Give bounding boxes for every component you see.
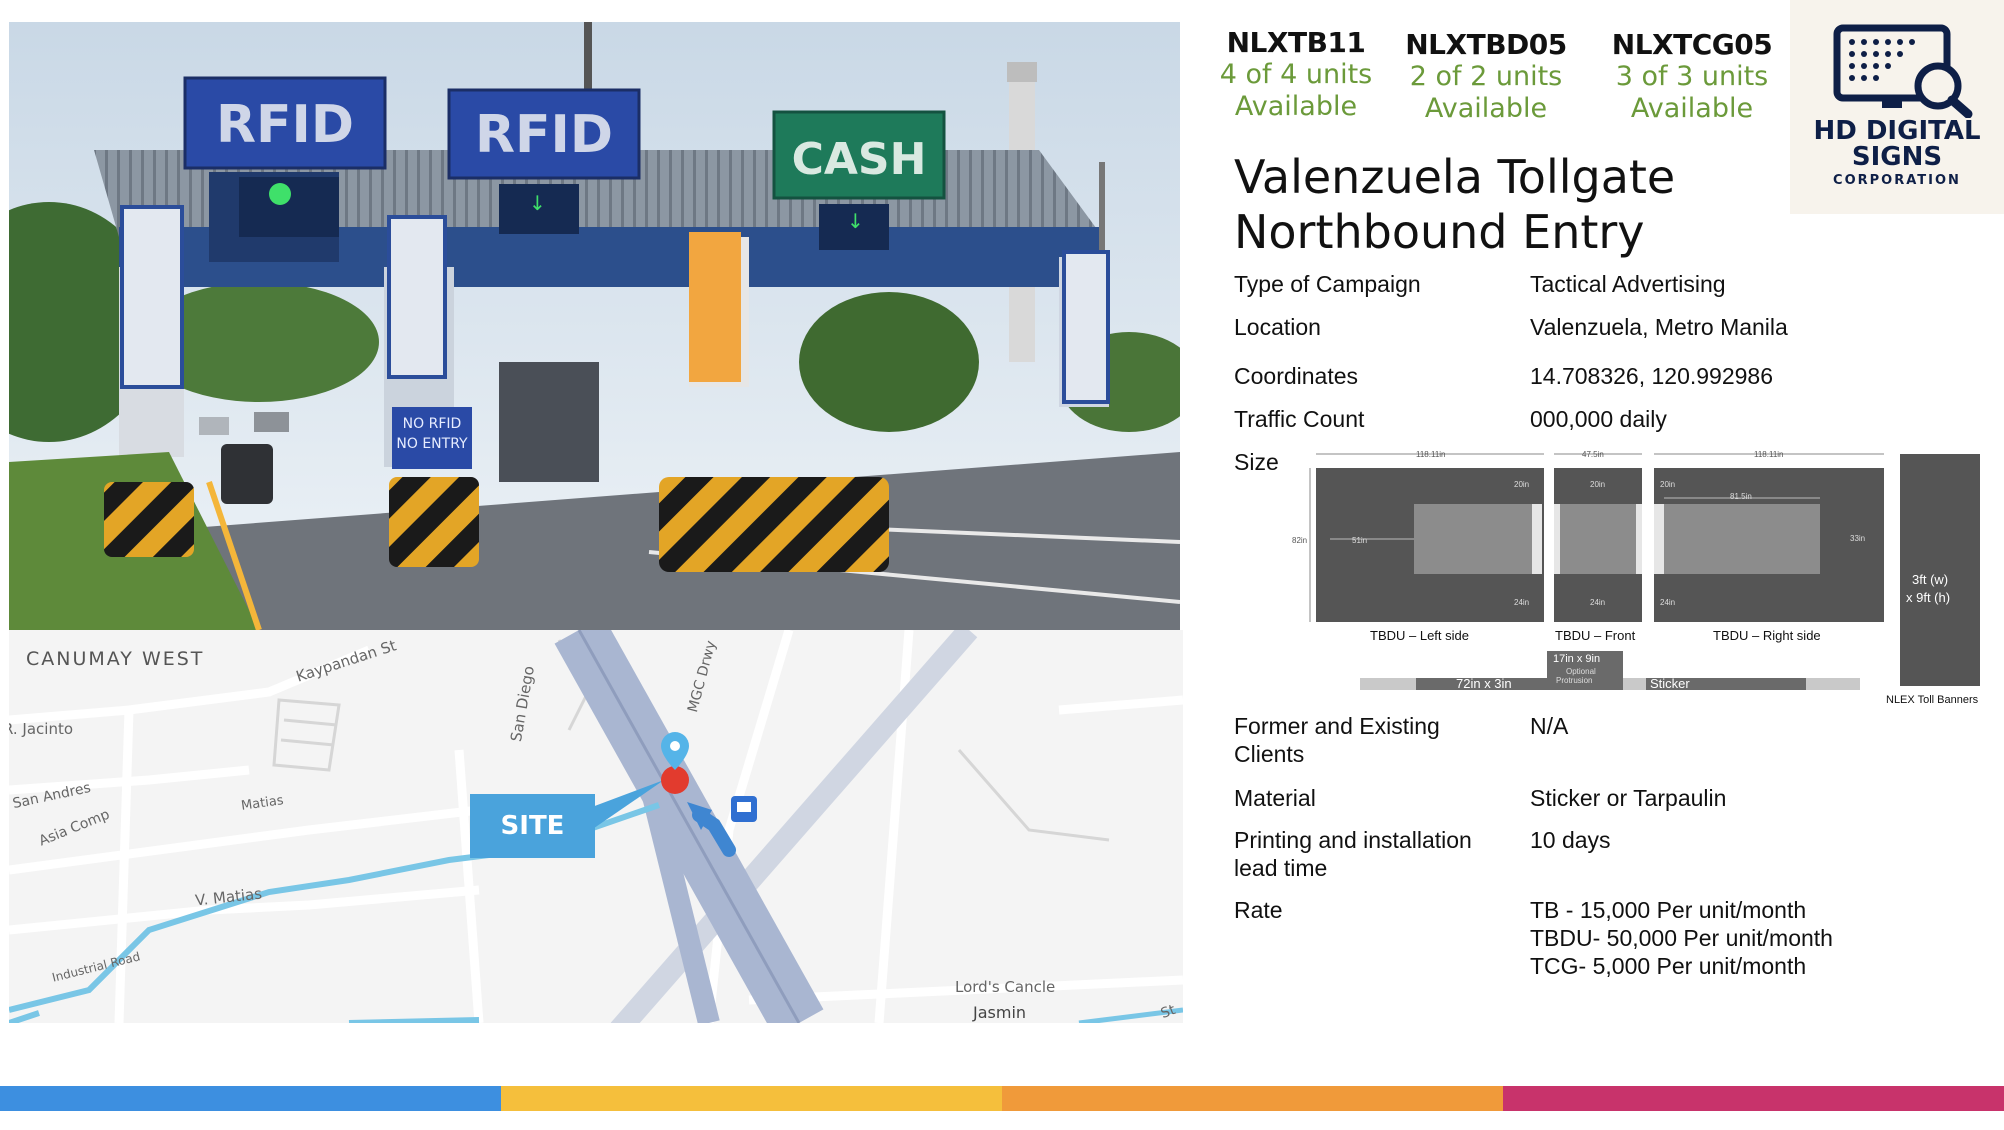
dim-left-width: 118.11in: [1416, 450, 1446, 459]
spec-lead-label: Printing and installation lead time: [1234, 826, 1514, 882]
dim-right-bottom: 24in: [1660, 598, 1676, 607]
stripe-blue: [0, 1086, 501, 1111]
unit-code: NLXTBD05: [1405, 28, 1567, 61]
map-label-jacinto: R. Jacinto: [9, 720, 74, 738]
lead-label-line-1: Printing and installation: [1234, 827, 1472, 853]
spec-rate-values: TB - 15,000 Per unit/month TBDU- 50,000 …: [1530, 896, 1930, 980]
size-diagram: 118.11in 47.5in 118.11in 82in 51in 20in …: [1290, 450, 2004, 710]
spec-coords-label: Coordinates: [1234, 363, 1359, 389]
spec-campaign-label: Type of Campaign: [1234, 271, 1421, 297]
logo-line-2: SIGNS: [1851, 142, 1943, 172]
stripe-orange: [1002, 1086, 1503, 1111]
clients-label-line-1: Former and Existing: [1234, 713, 1440, 739]
spec-coords-value: 14.708326, 120.992986: [1530, 363, 1774, 389]
caption-right-side: TBDU – Right side: [1713, 628, 1821, 643]
spec-clients-label: Former and Existing Clients: [1234, 712, 1514, 768]
rate-tbdu: TBDU- 50,000 Per unit/month: [1530, 925, 1833, 951]
unit-status: Available: [1424, 93, 1548, 124]
logo-line-1: HD DIGITAL: [1813, 116, 1981, 146]
protrusion-size: 17in x 9in: [1553, 653, 1601, 665]
spec-material-value: Sticker or Tarpaulin: [1530, 785, 1727, 811]
caption-left-side: TBDU – Left side: [1370, 628, 1469, 643]
rfid-sign-1: RFID: [216, 95, 354, 155]
dim-right-top: 20in: [1660, 480, 1676, 489]
cash-sign: CASH: [792, 134, 927, 185]
site-badge[interactable]: SITE: [470, 794, 595, 858]
spec-traffic-value: 000,000 daily: [1530, 406, 1667, 432]
location-map[interactable]: CANUMAY WEST Kaypandan St R. Jacinto San…: [9, 630, 1183, 1023]
spec-material-label: Material: [1234, 785, 1316, 811]
logo-line-3: CORPORATION: [1833, 173, 1961, 188]
rate-tcg: TCG- 5,000 Per unit/month: [1530, 953, 1807, 979]
no-entry-text: NO ENTRY: [396, 436, 468, 452]
size-diagram-drawing: [1309, 453, 1980, 690]
map-label-canumay: CANUMAY WEST: [26, 648, 205, 670]
rate-tb: TB - 15,000 Per unit/month: [1530, 897, 1807, 923]
no-rfid-text: NO RFID: [403, 416, 462, 432]
caption-front: TBDU – Front: [1555, 628, 1636, 643]
dim-right-width: 118.11in: [1754, 450, 1784, 459]
map-label-lords: Lord's Cancle: [955, 978, 1056, 996]
spec-campaign-value: Tactical Advertising: [1530, 271, 1726, 297]
tollgate-illustration: RFID RFID CASH ↓ ↓ NO RFID NO ENTRY: [9, 22, 1180, 630]
unit-nlxtb11: NLXTB11 4 of 4 units Available: [1216, 26, 1376, 123]
unit-code: NLXTCG05: [1611, 28, 1773, 61]
dim-front-bottom: 24in: [1590, 598, 1606, 607]
lead-label-line-2: lead time: [1234, 855, 1328, 881]
rfid-sign-2: RFID: [475, 105, 613, 165]
spec-rate-label: Rate: [1234, 897, 1283, 923]
caption-banner: NLEX Toll Banners: [1886, 694, 1979, 706]
dim-front-width: 47.5in: [1582, 450, 1604, 459]
unit-nlxtbd05: NLXTBD05 2 of 2 units Available: [1398, 28, 1574, 125]
dim-right-inner: 81.5in: [1730, 492, 1752, 501]
dim-front-top: 20in: [1590, 480, 1606, 489]
map-roads: [9, 630, 1183, 1023]
spec-traffic-label: Traffic Count: [1234, 406, 1365, 432]
monitor-magnifier-icon: [1833, 24, 1973, 119]
protrusion-optional: Optional: [1566, 667, 1596, 676]
unit-count: 3 of 3 units: [1615, 61, 1769, 92]
company-logo: HD DIGITAL SIGNS CORPORATION: [1790, 0, 2004, 214]
dim-left-inner: 51in: [1352, 536, 1368, 545]
title-line-2: Northbound Entry: [1234, 205, 1645, 259]
spec-location-label: Location: [1234, 314, 1321, 340]
dim-left-top: 20in: [1514, 480, 1530, 489]
spec-location-value: Valenzuela, Metro Manila: [1530, 314, 1788, 340]
unit-nlxtcg05: NLXTCG05 3 of 3 units Available: [1606, 28, 1778, 125]
banner-size-2: x 9ft (h): [1906, 590, 1951, 605]
svg-text:↓: ↓: [847, 209, 864, 233]
unit-count: 4 of 4 units: [1219, 59, 1373, 90]
unit-status: Available: [1234, 91, 1358, 122]
unit-status: Available: [1630, 93, 1754, 124]
map-label-jasmin: Jasmin: [973, 1003, 1027, 1022]
page-title: Valenzuela Tollgate Northbound Entry: [1234, 150, 1794, 260]
unit-count: 2 of 2 units: [1409, 61, 1563, 92]
tollgate-photo: RFID RFID CASH ↓ ↓ NO RFID NO ENTRY: [9, 22, 1180, 630]
unit-code: NLXTB11: [1226, 26, 1366, 59]
spec-lead-value: 10 days: [1530, 827, 1611, 853]
sticker-size: 72in x 3in: [1456, 676, 1512, 691]
spec-clients-value: N/A: [1530, 713, 1569, 739]
stripe-yellow: [501, 1086, 1002, 1111]
clients-label-line-2: Clients: [1234, 741, 1305, 767]
footer-stripe: [0, 1086, 2004, 1111]
banner-size-1: 3ft (w): [1912, 572, 1949, 587]
dim-left-height: 82in: [1292, 536, 1308, 545]
dim-left-bottom: 24in: [1514, 598, 1530, 607]
protrusion-label: Protrusion: [1556, 676, 1593, 685]
sticker-label: Sticker: [1650, 676, 1690, 691]
dim-right-side: 33in: [1850, 534, 1866, 543]
title-line-1: Valenzuela Tollgate: [1234, 150, 1676, 204]
stripe-magenta: [1503, 1086, 2004, 1111]
svg-text:↓: ↓: [529, 191, 546, 215]
